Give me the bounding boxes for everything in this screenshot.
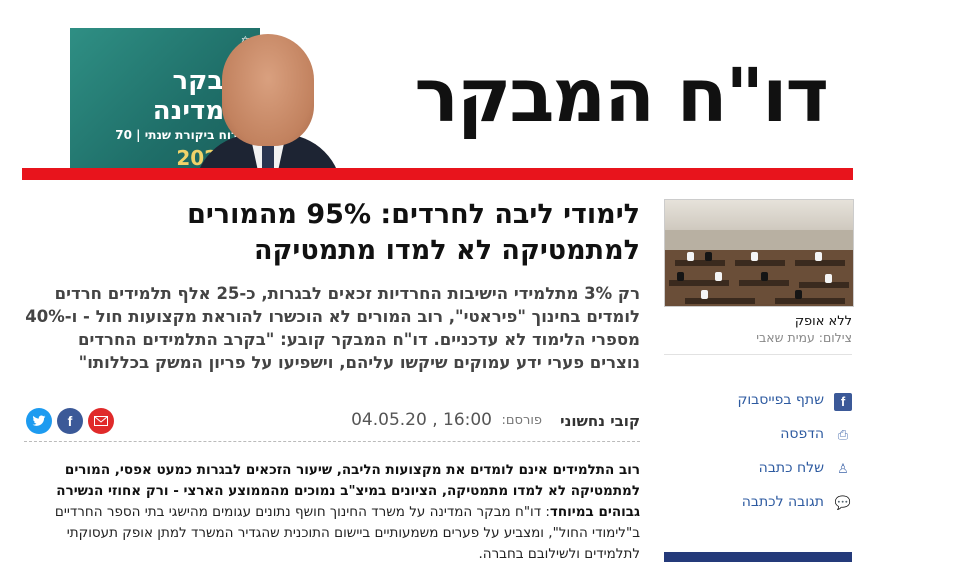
published-label: פורסם: [501,413,542,428]
published-time: 04.05.20 , 16:00 [351,410,492,430]
article-byline: קובי נחשוני פורסם: 04.05.20 , 16:00 [24,410,640,434]
article-photo[interactable] [664,199,854,307]
send-article-button[interactable]: ♙ שלח כתבה [664,459,852,483]
share-facebook-button[interactable]: f שתף בפייסבוק [664,391,852,415]
article-banner: ✡ מבקר המדינה דוח ביקורת שנתי | 70 2020 … [22,28,853,180]
comment-button[interactable]: 💬 תגובה לכתבה [664,493,852,517]
author-link[interactable]: קובי נחשוני [560,412,640,430]
portrait-head [222,34,314,146]
article-body: רוב התלמידים אינם לומדים את מקצועות הליב… [24,460,640,565]
send-article-label: שלח כתבה [758,460,824,476]
sidebar-footer-bar [664,552,852,562]
print-label: הדפסה [780,426,824,442]
byline-divider [24,441,640,442]
sidebar-separator [664,354,852,355]
facebook-icon[interactable]: f [57,408,83,434]
banner-red-stripe [22,168,853,180]
comment-label: תגובה לכתבה [741,494,824,510]
social-share-bar: f [26,408,116,436]
article-subhead: רק 3% מתלמידי הישיבות החרדיות זכאים לבגר… [25,284,640,372]
photo-credit: צילום: עמית שאבי [756,330,852,345]
user-icon: ♙ [837,462,849,477]
facebook-icon: f [834,393,852,411]
print-button[interactable]: ⎙ הדפסה [664,425,852,449]
print-icon: ⎙ [837,428,849,443]
share-facebook-label: שתף בפייסבוק [737,392,824,408]
twitter-icon[interactable] [26,408,52,434]
mail-icon[interactable] [88,408,114,434]
article-headline: לימודי ליבה לחרדים: 95% מהמורים למתמטיקה… [187,199,640,266]
comment-icon: 💬 [834,496,852,511]
banner-masthead: דו"ח המבקר [414,53,829,139]
comptroller-portrait [182,30,352,180]
photo-caption: ללא אופק [794,314,852,329]
